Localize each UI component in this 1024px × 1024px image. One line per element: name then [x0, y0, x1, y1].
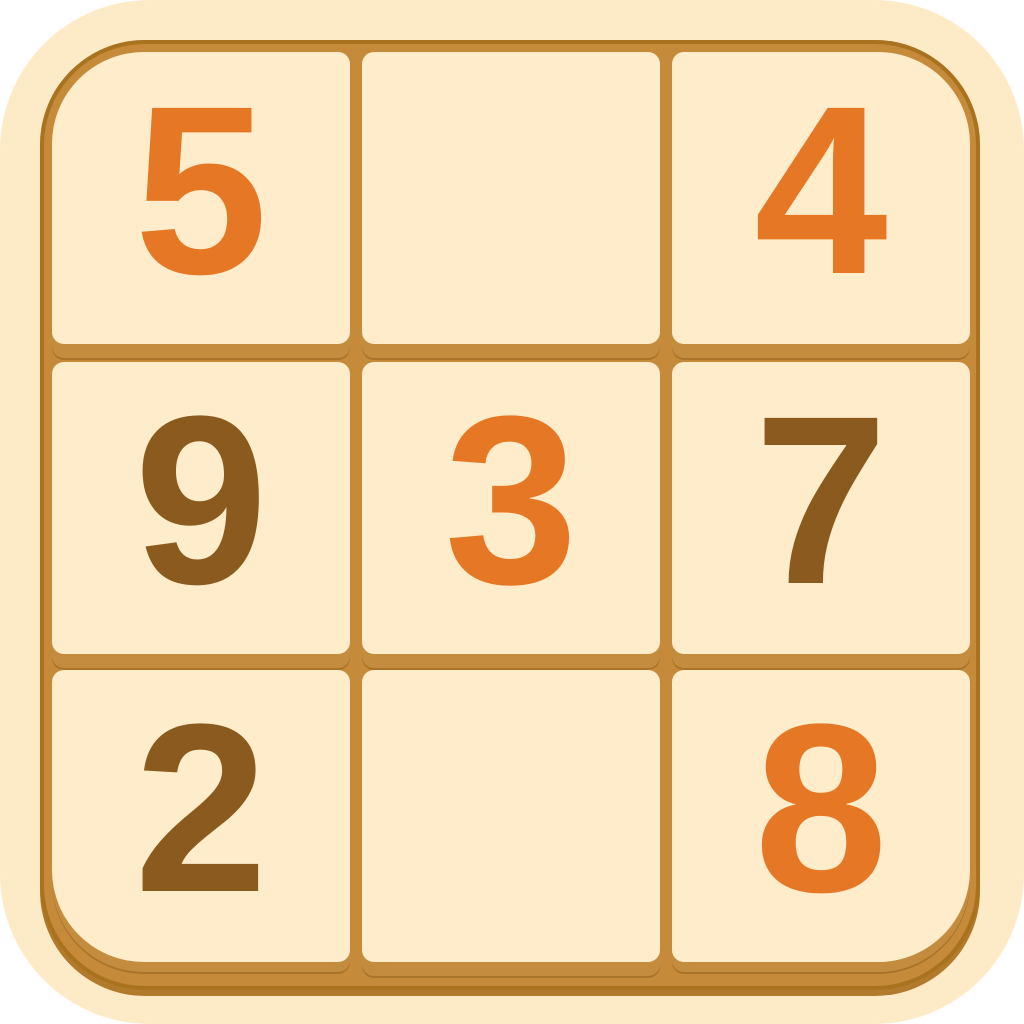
sudoku-cell-r1c3[interactable]: 4	[672, 52, 970, 344]
cell-number: 4	[754, 56, 888, 324]
sudoku-cell-r3c1[interactable]: 2	[52, 670, 350, 962]
sudoku-cell-r3c3[interactable]: 8	[672, 670, 970, 962]
sudoku-cell-r3c2[interactable]	[362, 670, 660, 962]
sudoku-cell-r2c2[interactable]: 3	[362, 362, 660, 654]
sudoku-cell-r2c1[interactable]: 9	[52, 362, 350, 654]
cell-number: 8	[754, 674, 888, 942]
cell-number: 7	[754, 366, 888, 634]
cell-number: 9	[134, 366, 268, 634]
cell-number: 2	[134, 674, 268, 942]
sudoku-cell-r1c1[interactable]: 5	[52, 52, 350, 344]
sudoku-cell-r2c3[interactable]: 7	[672, 362, 970, 654]
sudoku-cell-r1c2[interactable]	[362, 52, 660, 344]
sudoku-board: 5 4 9 3 7 2 8	[40, 40, 980, 990]
cell-number: 5	[134, 56, 268, 324]
app-icon: 5 4 9 3 7 2 8	[0, 0, 1024, 1024]
cell-number: 3	[444, 366, 578, 634]
